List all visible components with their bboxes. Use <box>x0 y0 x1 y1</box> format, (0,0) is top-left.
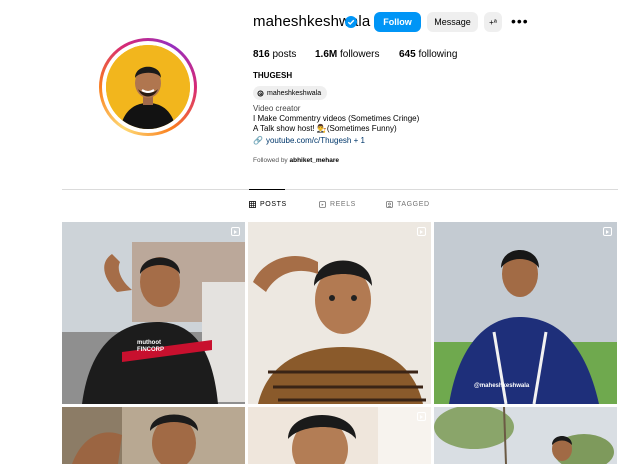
tab-posts[interactable]: POSTS <box>249 201 287 208</box>
followed-by-user: abhiket_mehare <box>289 157 340 164</box>
link-icon: 🔗 <box>253 136 263 145</box>
bio-link[interactable]: 🔗 youtube.com/c/Thugesh + 1 <box>253 136 365 146</box>
reel-indicator-icon <box>231 227 240 236</box>
bio-line-2: A Talk show host! 👨‍⚖️(Sometimes Funny) <box>253 124 397 133</box>
avatar[interactable] <box>106 45 190 129</box>
post-tile[interactable] <box>248 407 431 464</box>
active-tab-indicator <box>249 189 285 190</box>
bio-category: Video creator <box>253 104 301 113</box>
followers-count-label: followers <box>337 49 380 60</box>
post-tile[interactable] <box>62 407 245 464</box>
story-ring-gap <box>102 41 194 133</box>
following-count-label: following <box>415 49 458 60</box>
tagged-icon <box>386 201 393 208</box>
posts-count: 816 posts <box>253 49 296 60</box>
posts-count-label: posts <box>269 49 297 60</box>
post-tile[interactable]: muthoot FINCORP <box>62 222 245 404</box>
post-tile[interactable]: @maheshkeshwala <box>434 222 617 404</box>
story-ring[interactable] <box>99 38 197 136</box>
threads-handle: maheshkeshwala <box>267 89 322 97</box>
reel-indicator-icon <box>417 227 426 236</box>
tab-posts-label: POSTS <box>260 201 287 208</box>
post-tile[interactable] <box>434 407 617 464</box>
tab-reels[interactable]: REELS <box>319 201 356 208</box>
followers-count[interactable]: 1.6M followers <box>315 49 379 60</box>
threads-badge[interactable]: maheshkeshwala <box>253 86 328 100</box>
posts-count-value: 816 <box>253 49 270 60</box>
followers-count-value: 1.6M <box>315 49 338 60</box>
profile-full-name: THUGESH <box>253 71 293 80</box>
more-options-icon[interactable]: ••• <box>511 13 529 29</box>
followed-by[interactable]: Followed by abhiket_mehare <box>253 157 339 164</box>
tab-tagged-label: TAGGED <box>397 201 430 208</box>
reel-indicator-icon <box>603 227 612 236</box>
followed-by-prefix: Followed by <box>253 157 290 164</box>
suggest-user-button[interactable]: +ª <box>484 12 502 32</box>
tab-tagged[interactable]: TAGGED <box>386 201 430 208</box>
verified-badge-icon <box>345 16 357 28</box>
bio-link-text: youtube.com/c/Thugesh + 1 <box>265 136 365 145</box>
following-count[interactable]: 645 following <box>399 49 457 60</box>
following-count-value: 645 <box>399 49 416 60</box>
reels-icon <box>319 201 326 208</box>
message-button[interactable]: Message <box>427 12 478 32</box>
shirt-sponsor-text: muthoot FINCORP <box>137 340 164 353</box>
post-watermark: @maheshkeshwala <box>474 383 530 389</box>
grid-icon <box>249 201 256 208</box>
tabs-divider <box>62 189 618 190</box>
tab-reels-label: REELS <box>330 201 356 208</box>
bio-line-1: I Make Commentry videos (Sometimes Cring… <box>253 114 420 123</box>
follow-button[interactable]: Follow <box>374 12 421 32</box>
post-tile[interactable] <box>248 222 431 404</box>
threads-icon <box>257 89 264 97</box>
reel-indicator-icon <box>417 412 426 421</box>
add-user-icon: +ª <box>489 17 497 27</box>
